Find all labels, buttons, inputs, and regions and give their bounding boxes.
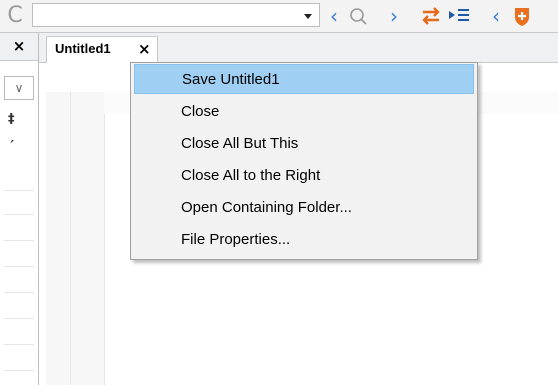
menu-item-file-properties[interactable]: File Properties...	[134, 225, 474, 255]
side-panel-divider	[4, 344, 34, 345]
menu-item-close[interactable]: Close	[134, 97, 474, 127]
menu-item-close-all-but-this[interactable]: Close All But This	[134, 129, 474, 159]
indent-list-icon[interactable]	[446, 2, 472, 30]
menu-item-save[interactable]: Save Untitled1	[134, 64, 474, 94]
tab-close-icon[interactable]: ×	[138, 40, 151, 58]
plugin-shield-icon[interactable]	[512, 2, 532, 30]
side-panel-divider	[4, 370, 34, 371]
side-panel-divider	[4, 240, 34, 241]
side-panel-item-icon: ˊ	[8, 140, 15, 155]
side-panel-divider	[4, 214, 34, 215]
fold-margin-divider	[70, 92, 71, 385]
search-icon[interactable]	[348, 2, 368, 30]
tab-title: Untitled1	[55, 41, 111, 56]
side-panel-divider	[4, 318, 34, 319]
refresh-icon[interactable]: C	[0, 0, 30, 32]
prev-arrow-icon[interactable]: ‹	[324, 2, 344, 30]
side-panel-close-button[interactable]: ×	[0, 33, 38, 61]
swap-arrows-icon[interactable]	[420, 2, 440, 30]
side-panel-divider	[4, 190, 34, 191]
side-panel-divider	[4, 292, 34, 293]
chevron-down-icon	[304, 14, 312, 19]
side-panel-dropdown[interactable]: ∨	[4, 76, 34, 100]
menu-item-close-all-to-right[interactable]: Close All to the Right	[134, 161, 474, 191]
next-arrow-icon[interactable]: ›	[384, 2, 404, 30]
combobox-dropdown-button[interactable]	[300, 4, 316, 26]
menu-item-open-containing-folder[interactable]: Open Containing Folder...	[134, 193, 474, 223]
side-panel-divider	[4, 266, 34, 267]
address-combobox[interactable]	[32, 3, 320, 27]
collapse-left-icon[interactable]: ‹	[486, 2, 506, 30]
side-panel-item-icon: ‡	[8, 112, 15, 127]
line-number-gutter	[46, 92, 105, 385]
